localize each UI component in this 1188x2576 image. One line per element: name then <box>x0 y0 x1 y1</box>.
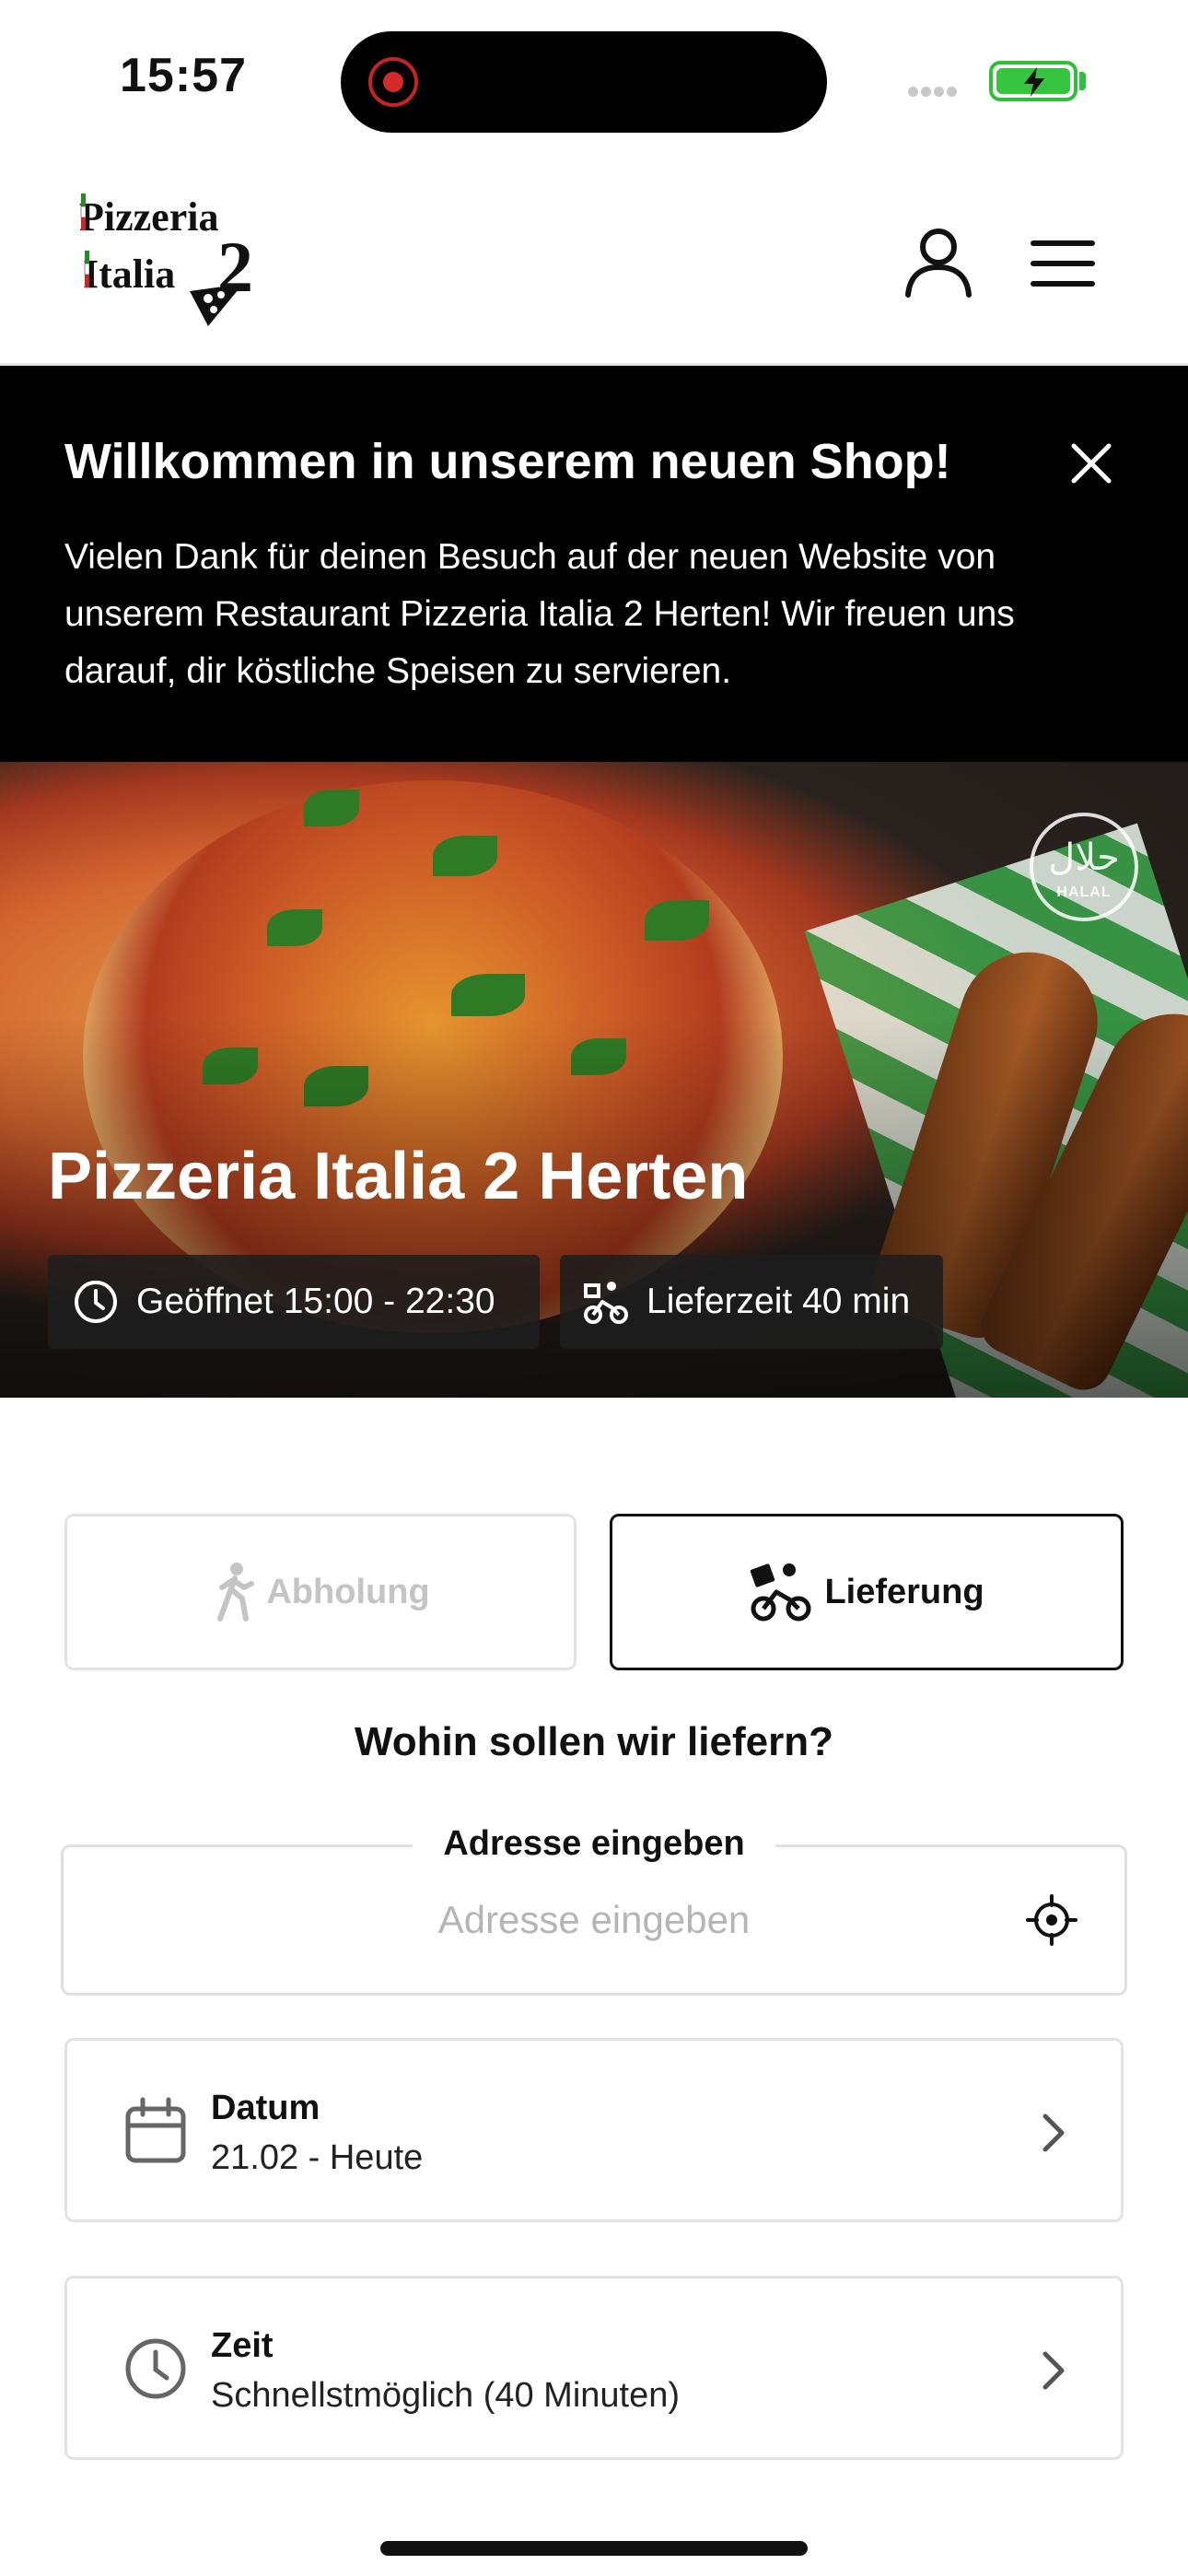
chevron-right-icon <box>1025 2105 1080 2160</box>
chevron-right-icon <box>1025 2343 1080 2398</box>
opening-hours-chip: Geöffnet 15:00 - 22:30 <box>48 1255 540 1349</box>
clock-icon <box>75 1281 117 1323</box>
delivery-time-chip: Lieferzeit 40 min <box>560 1255 943 1349</box>
address-field-label: Adresse eingeben <box>413 1824 775 1864</box>
delivery-bike-icon <box>751 1563 811 1622</box>
pizzeria-logo[interactable]: Pizzeria Italia 2 <box>79 181 273 337</box>
charging-bolt-icon <box>1024 67 1044 97</box>
halal-badge: حلال HALAL <box>1030 813 1138 921</box>
opening-hours-text: Geöffnet 15:00 - 22:30 <box>136 1282 495 1321</box>
status-time: 15:57 <box>120 49 247 102</box>
home-indicator[interactable] <box>380 2541 808 2556</box>
address-input[interactable] <box>166 1898 1022 1942</box>
delivery-label: Lieferung <box>824 1572 984 1611</box>
date-label: Datum <box>211 2089 320 2127</box>
user-icon[interactable] <box>903 227 974 299</box>
delivery-button[interactable]: Lieferung <box>610 1514 1124 1670</box>
logo-text-line1: Pizzeria <box>79 194 218 240</box>
delivery-time-text: Lieferzeit 40 min <box>646 1282 911 1321</box>
halal-arabic-text: حلال <box>1048 837 1120 879</box>
pickup-button[interactable]: Abholung <box>64 1514 577 1670</box>
banner-title: Willkommen in unserem neuen Shop! <box>64 434 951 489</box>
halal-label: HALAL <box>1056 884 1112 900</box>
close-icon[interactable] <box>1068 440 1114 486</box>
battery-nub <box>1079 72 1086 90</box>
logo-text-line2: Italia <box>83 252 175 297</box>
delivery-bike-icon <box>584 1282 628 1324</box>
hamburger-menu-icon[interactable] <box>1030 238 1096 289</box>
restaurant-name: Pizzeria Italia 2 Herten <box>48 1140 749 1213</box>
screen-recording-icon <box>368 57 418 107</box>
battery-icon <box>989 61 1077 101</box>
time-selector[interactable]: Zeit Schnellstmöglich (40 Minuten) <box>64 2276 1124 2460</box>
delivery-question: Wohin sollen wir liefern? <box>355 1719 833 1764</box>
calendar-icon <box>119 2094 192 2168</box>
locate-crosshair-icon[interactable] <box>1026 1894 1077 1946</box>
pickup-label: Abholung <box>266 1572 430 1611</box>
time-value: Schnellstmöglich (40 Minuten) <box>211 2376 681 2415</box>
date-value: 21.02 - Heute <box>211 2138 424 2177</box>
banner-text: Vielen Dank für deinen Besuch auf der ne… <box>64 537 1015 691</box>
cellular-signal-icon <box>908 85 960 98</box>
date-selector[interactable]: Datum 21.02 - Heute <box>64 2038 1124 2222</box>
walking-person-icon <box>217 1563 255 1622</box>
clock-icon <box>119 2332 192 2406</box>
time-label: Zeit <box>211 2326 274 2365</box>
